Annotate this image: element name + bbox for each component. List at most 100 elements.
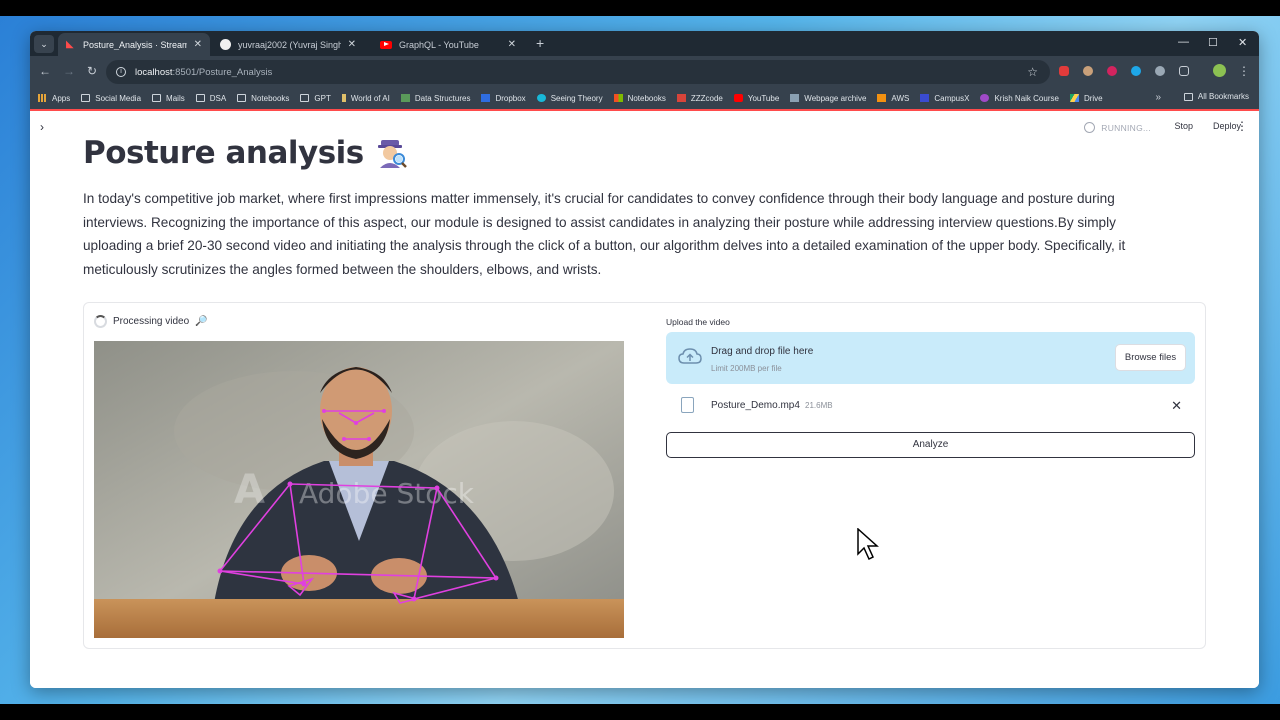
analyze-button[interactable]: Analyze: [666, 432, 1195, 458]
bookmark-link[interactable]: ZZZcode: [676, 94, 723, 103]
uploaded-file: Posture_Demo.mp4 21.6MB ✕: [666, 395, 1195, 417]
browse-files-button[interactable]: Browse files: [1115, 344, 1186, 371]
bookmark-folder[interactable]: Mails: [152, 94, 185, 103]
extension-icon[interactable]: [1107, 66, 1117, 76]
browser-window: ⌄ ◣ Posture_Analysis · Streamlit ✕ yuvra…: [30, 31, 1259, 688]
bookmark-apps[interactable]: Apps: [38, 94, 70, 103]
youtube-icon: [380, 40, 392, 49]
data-structures-icon: [400, 94, 410, 102]
bookmark-link[interactable]: CampusX: [920, 94, 969, 103]
aws-icon: [877, 94, 887, 102]
bookmark-link[interactable]: Drive: [1069, 94, 1103, 103]
bookmark-folder[interactable]: Social Media: [81, 94, 141, 103]
seeing-theory-icon: [536, 94, 546, 102]
krish-naik-icon: [980, 94, 990, 102]
bookmark-folder[interactable]: GPT: [300, 94, 331, 103]
navigation-bar: ← → ↻ i localhost:8501/Posture_Analysis …: [30, 56, 1259, 87]
folder-icon: [300, 94, 310, 102]
folder-icon: [152, 94, 162, 102]
chevron-right-icon[interactable]: ›: [40, 120, 44, 134]
tab-title: Posture_Analysis · Streamlit: [83, 39, 187, 50]
running-man-icon: [1084, 122, 1096, 133]
intro-paragraph: In today's competitive job market, where…: [83, 191, 1126, 277]
bookmark-link[interactable]: World of AI: [341, 94, 390, 103]
cloud-upload-icon: [678, 348, 702, 364]
tab-strip: ⌄ ◣ Posture_Analysis · Streamlit ✕ yuvra…: [30, 31, 1259, 56]
bookmark-link[interactable]: Data Structures: [400, 94, 470, 103]
detective-emoji-icon: [377, 140, 407, 168]
apps-grid-icon: [38, 94, 47, 102]
folder-icon: [237, 94, 247, 102]
extension-icon[interactable]: [1083, 66, 1093, 76]
dropbox-icon: [481, 94, 491, 102]
folder-icon: [81, 94, 91, 102]
bookmark-folder[interactable]: DSA: [195, 94, 226, 103]
youtube-icon: [733, 94, 743, 102]
remove-file-icon[interactable]: ✕: [1171, 398, 1182, 414]
kebab-menu-icon[interactable]: ⋮: [1238, 64, 1250, 78]
folder-icon: [1183, 92, 1193, 101]
archive-icon: [790, 94, 800, 102]
running-status: RUNNING...: [1084, 122, 1151, 133]
close-window-icon[interactable]: ✕: [1238, 36, 1247, 49]
extension-icon[interactable]: [1155, 66, 1165, 76]
folder-icon: [195, 94, 205, 102]
bookmark-link[interactable]: AWS: [877, 94, 909, 103]
puzzle-icon[interactable]: [1179, 66, 1189, 76]
screen-top-bar: [0, 0, 1280, 16]
dropzone-limit: Limit 200MB per file: [711, 364, 782, 373]
file-size: 21.6MB: [805, 401, 833, 410]
bookmark-link[interactable]: YouTube: [733, 94, 779, 103]
tab-title: yuvraaj2002 (Yuvraj Singh): [238, 39, 341, 50]
close-icon[interactable]: ✕: [348, 39, 356, 50]
bookmark-link[interactable]: Webpage archive: [790, 94, 866, 103]
site-info-icon[interactable]: i: [116, 67, 126, 77]
all-bookmarks[interactable]: All Bookmarks: [1183, 92, 1249, 101]
reload-icon[interactable]: ↻: [87, 64, 97, 78]
page-title: Posture analysis: [83, 135, 408, 171]
processing-status: Processing video 🔎: [94, 315, 208, 328]
file-name: Posture_Demo.mp4: [711, 400, 800, 411]
bookmark-folder[interactable]: Notebooks: [237, 94, 289, 103]
microsoft-icon: [613, 94, 623, 102]
bookmark-link[interactable]: Dropbox: [481, 94, 526, 103]
spinner-icon: [94, 315, 107, 328]
streamlit-icon: ◣: [66, 38, 74, 50]
avatar[interactable]: [1213, 64, 1226, 77]
address-bar[interactable]: i localhost:8501/Posture_Analysis ☆: [106, 60, 1050, 84]
bookmark-link[interactable]: Krish Naik Course: [980, 94, 1059, 103]
bookmark-link[interactable]: Seeing Theory: [536, 94, 603, 103]
new-tab-button[interactable]: +: [536, 36, 544, 50]
maximize-icon[interactable]: ☐: [1208, 36, 1218, 49]
bookmark-link[interactable]: Notebooks: [613, 94, 666, 103]
zzzcode-icon: [676, 94, 686, 102]
minimize-icon[interactable]: —: [1178, 36, 1189, 48]
screen-bottom-bar: [0, 704, 1280, 720]
tab-youtube[interactable]: GraphQL - YouTube ✕: [372, 33, 524, 56]
torch-icon: [341, 94, 346, 102]
file-dropzone[interactable]: Drag and drop file here Limit 200MB per …: [666, 332, 1195, 384]
svg-text:A: A: [234, 467, 265, 513]
forward-icon[interactable]: →: [63, 64, 75, 78]
tab-title: GraphQL - YouTube: [399, 39, 479, 50]
back-icon[interactable]: ←: [39, 64, 51, 78]
dropzone-title: Drag and drop file here: [711, 346, 814, 357]
main-menu-icon[interactable]: ⋮: [1236, 119, 1248, 133]
more-bookmarks-icon[interactable]: »: [1155, 92, 1161, 103]
google-drive-icon: [1069, 94, 1079, 102]
tab-github[interactable]: yuvraaj2002 (Yuvraj Singh) ✕: [212, 33, 364, 56]
upload-label: Upload the video: [666, 317, 730, 327]
url-text: localhost:8501/Posture_Analysis: [135, 66, 273, 78]
tab-streamlit[interactable]: ◣ Posture_Analysis · Streamlit ✕: [58, 33, 210, 56]
mouse-cursor-icon: [857, 528, 879, 561]
stop-button[interactable]: Stop: [1174, 121, 1193, 131]
bookmarks-bar: Apps Social Media Mails DSA Notebooks GP…: [30, 87, 1259, 109]
close-icon[interactable]: ✕: [508, 39, 516, 50]
close-icon[interactable]: ✕: [194, 39, 202, 50]
tab-search-button[interactable]: ⌄: [34, 35, 54, 53]
extension-icon[interactable]: [1131, 66, 1141, 76]
extension-icon[interactable]: [1059, 66, 1069, 76]
bookmark-star-icon[interactable]: ☆: [1027, 65, 1038, 79]
file-icon: [681, 397, 694, 413]
magnifier-icon: 🔎: [195, 316, 208, 327]
